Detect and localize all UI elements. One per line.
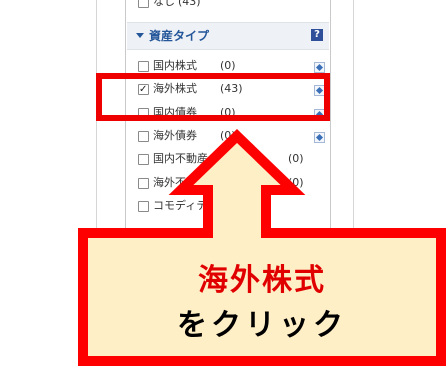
instruction-callout: 海外株式 をクリック [78, 228, 446, 366]
callout-action: をクリック [177, 308, 347, 343]
callout-title: 海外株式 [198, 263, 326, 298]
